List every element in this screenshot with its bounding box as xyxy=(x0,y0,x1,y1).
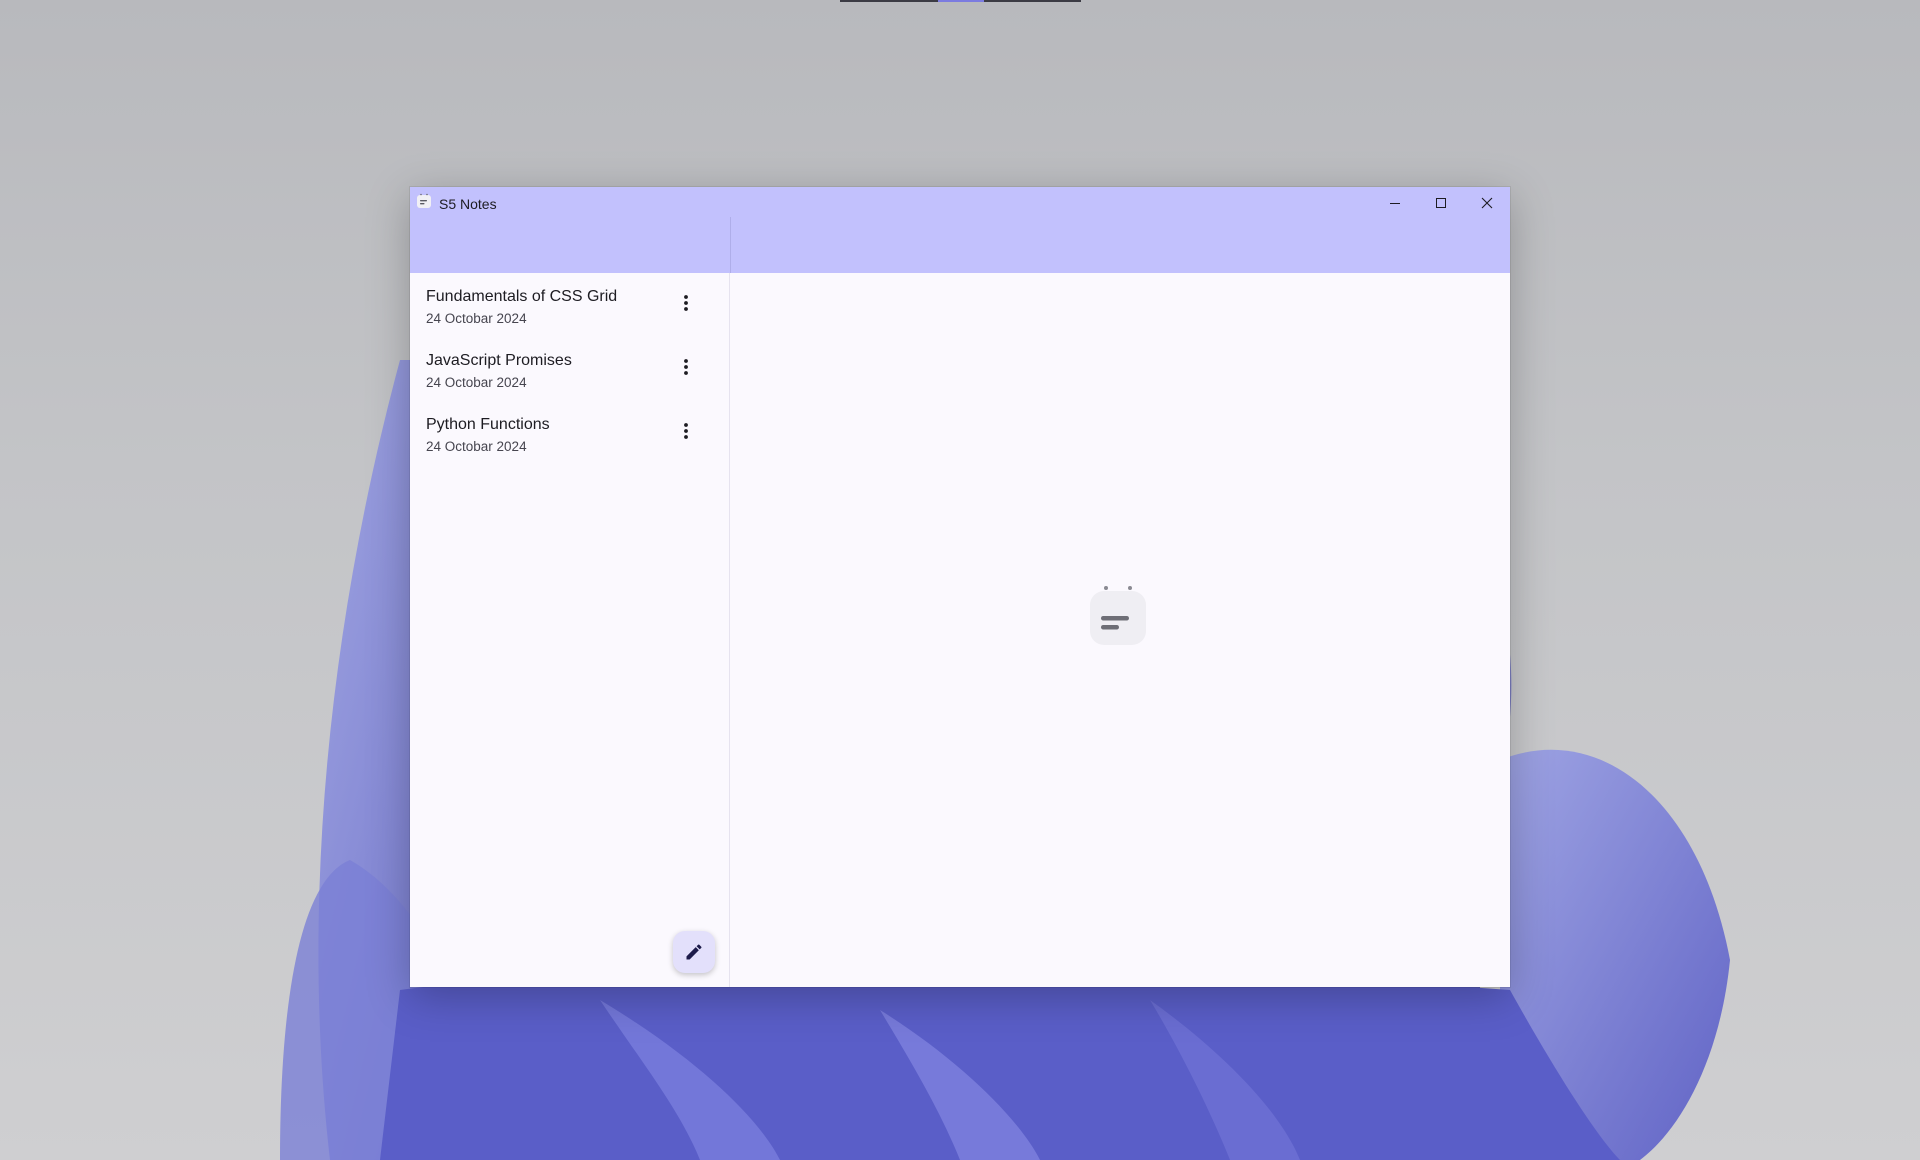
edit-pencil-icon xyxy=(686,944,702,960)
note-list-item[interactable]: Python Functions 24 Octobar 2024 xyxy=(410,401,730,465)
note-title: JavaScript Promises xyxy=(426,352,572,369)
note-content-area xyxy=(731,273,1510,987)
pane-divider xyxy=(730,217,731,273)
note-list-item[interactable]: Fundamentals of CSS Grid 24 Octobar 2024 xyxy=(410,273,730,337)
notes-sidebar: Fundamentals of CSS Grid 24 Octobar 2024… xyxy=(410,273,730,987)
more-vert-icon xyxy=(684,423,688,439)
note-menu-button[interactable] xyxy=(666,411,706,451)
note-list-item[interactable]: JavaScript Promises 24 Octobar 2024 xyxy=(410,337,730,401)
title-bar[interactable]: S5 Notes xyxy=(410,187,1510,273)
note-menu-button[interactable] xyxy=(666,347,706,387)
note-menu-button[interactable] xyxy=(666,283,706,323)
notes-app-icon xyxy=(417,193,431,208)
maximize-icon xyxy=(1436,198,1446,208)
note-date: 24 Octobar 2024 xyxy=(426,311,527,326)
app-window: S5 Notes Fundamentals of CSS Grid 24 Oct… xyxy=(410,187,1510,987)
more-vert-icon xyxy=(684,359,688,375)
new-note-button[interactable] xyxy=(673,931,715,973)
minimize-button[interactable] xyxy=(1372,187,1418,219)
note-date: 24 Octobar 2024 xyxy=(426,439,527,454)
close-button[interactable] xyxy=(1464,187,1510,219)
notes-app-icon xyxy=(1090,586,1146,645)
more-vert-icon xyxy=(684,295,688,311)
close-icon xyxy=(1481,197,1493,209)
top-edge-decoration xyxy=(840,0,1081,2)
note-title: Python Functions xyxy=(426,416,550,433)
maximize-button[interactable] xyxy=(1418,187,1464,219)
note-date: 24 Octobar 2024 xyxy=(426,375,527,390)
minimize-icon xyxy=(1390,203,1400,204)
note-title: Fundamentals of CSS Grid xyxy=(426,288,618,305)
window-title: S5 Notes xyxy=(439,196,497,212)
